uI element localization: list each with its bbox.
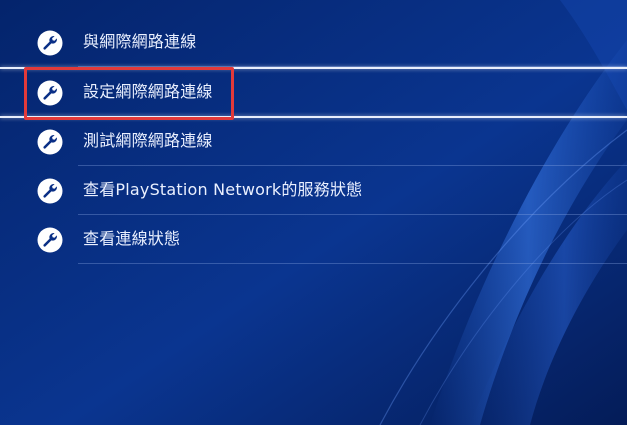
wrench-icon bbox=[37, 227, 63, 253]
red-highlight-box bbox=[24, 67, 234, 120]
menu-item-psn-service-status[interactable]: 查看PlayStation Network的服務狀態 bbox=[0, 166, 627, 215]
wrench-icon bbox=[37, 178, 63, 204]
menu-item-label: 查看連線狀態 bbox=[83, 229, 181, 248]
menu-item-connect-to-internet[interactable]: 與網際網路連線 bbox=[0, 18, 627, 67]
menu-item-label: 查看PlayStation Network的服務狀態 bbox=[83, 180, 363, 199]
menu-item-test-internet-connection[interactable]: 測試網際網路連線 bbox=[0, 117, 627, 166]
divider bbox=[78, 263, 627, 264]
network-settings-menu: 與網際網路連線 設定網際網路連線 測試網際網路連線 查看PlayStation … bbox=[0, 0, 627, 425]
wrench-icon bbox=[37, 129, 63, 155]
menu-item-label: 測試網際網路連線 bbox=[83, 131, 213, 150]
wrench-icon bbox=[37, 30, 63, 56]
menu-item-label: 與網際網路連線 bbox=[83, 32, 197, 51]
menu-item-connection-status[interactable]: 查看連線狀態 bbox=[0, 215, 627, 264]
